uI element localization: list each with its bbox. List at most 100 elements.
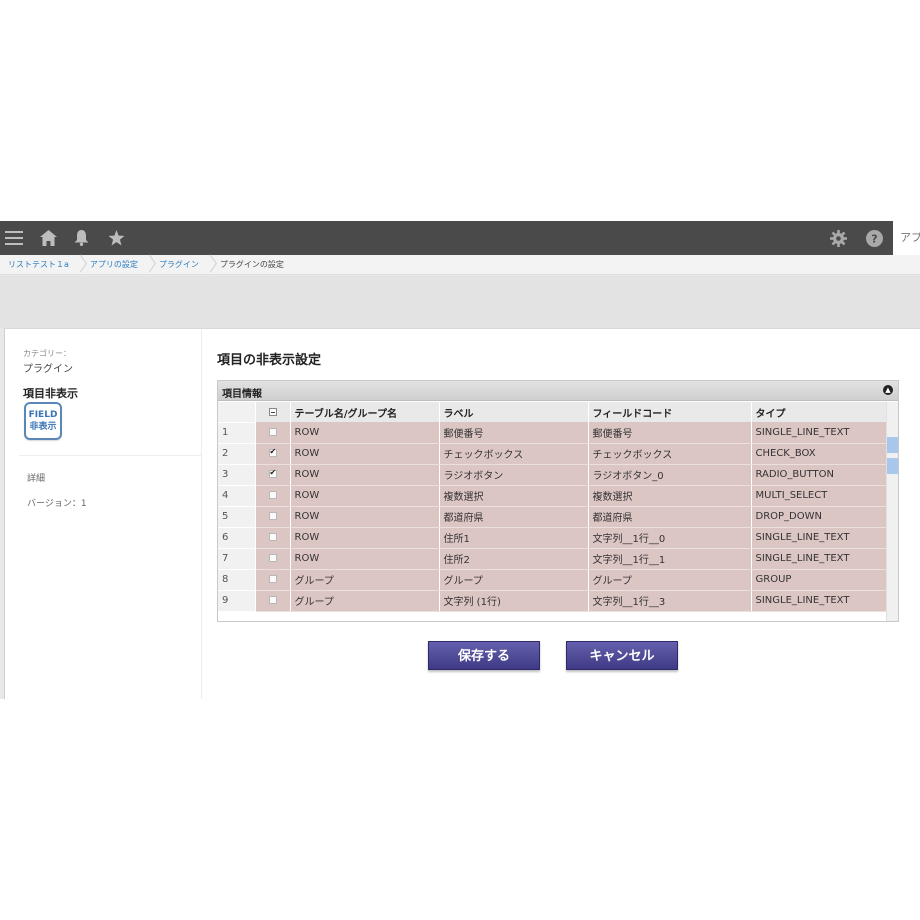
breadcrumb-app-settings[interactable]: アプリの設定	[82, 259, 144, 270]
plugin-icon: FIELD 非表示	[24, 402, 62, 440]
cell-field-code: 複数選択	[588, 485, 752, 507]
cell-type: SINGLE_LINE_TEXT	[751, 548, 887, 570]
column-header-table[interactable]: テーブル名/グループ名	[290, 402, 440, 422]
row-hide-checkbox[interactable]	[268, 491, 277, 499]
row-hide-checkbox[interactable]	[268, 468, 277, 478]
cell-label: 複数選択	[439, 485, 589, 507]
cell-field-code: グループ	[588, 569, 752, 591]
row-hide-checkbox[interactable]	[268, 447, 277, 457]
selection-marker	[887, 458, 898, 474]
version-text: バージョン：1	[27, 499, 87, 509]
collapse-icon[interactable]: ▲	[883, 385, 893, 395]
row-checkbox-cell	[255, 443, 291, 465]
breadcrumb-separator	[205, 255, 212, 275]
cell-label: 都道府県	[439, 506, 589, 528]
home-icon[interactable]	[35, 221, 61, 255]
table-row[interactable]: 5 ROW 都道府県 都道府県 DROP_DOWN	[218, 506, 887, 528]
gear-icon[interactable]	[825, 221, 851, 255]
app-label[interactable]: アプリ	[893, 221, 920, 255]
cell-label: グループ	[439, 569, 589, 591]
app-frame: ? アプリ リストテスト１a アプリの設定 プラグイン プラグインの設定 カテゴ…	[0, 221, 920, 699]
row-checkbox-cell	[255, 569, 291, 591]
table-row[interactable]: 1 ROW 郵便番号 郵便番号 SINGLE_LINE_TEXT	[218, 422, 887, 444]
bell-icon[interactable]	[68, 221, 94, 255]
top-bar: ? アプリ	[0, 221, 920, 255]
cell-label: ラジオボタン	[439, 464, 589, 486]
row-number: 6	[218, 527, 256, 549]
cell-field-code: チェックボックス	[588, 443, 752, 465]
cell-type: SINGLE_LINE_TEXT	[751, 422, 887, 444]
cell-table-name: ROW	[290, 422, 440, 444]
cell-table-name: ROW	[290, 464, 440, 486]
cell-label: 住所2	[439, 548, 589, 570]
cell-type: SINGLE_LINE_TEXT	[751, 527, 887, 549]
table-header-row: テーブル名/グループ名 ラベル フィールドコード タイプ	[218, 402, 887, 423]
table-row[interactable]: 9 グループ 文字列 (1行) 文字列__1行__3 SINGLE_LINE_TEXT	[218, 590, 887, 612]
column-header-code[interactable]: フィールドコード	[588, 402, 752, 422]
row-checkbox-cell	[255, 485, 291, 507]
cell-type: DROP_DOWN	[751, 506, 887, 528]
row-hide-checkbox[interactable]	[268, 533, 277, 541]
table-row[interactable]: 8 グループ グループ グループ GROUP	[218, 569, 887, 591]
row-hide-checkbox[interactable]	[268, 596, 277, 604]
row-number: 4	[218, 485, 256, 507]
menu-icon[interactable]	[1, 221, 27, 255]
row-hide-checkbox[interactable]	[268, 554, 277, 562]
cell-label: チェックボックス	[439, 443, 589, 465]
help-icon[interactable]: ?	[861, 221, 887, 255]
row-number: 3	[218, 464, 256, 486]
cell-table-name: ROW	[290, 548, 440, 570]
row-hide-checkbox[interactable]	[268, 512, 277, 520]
cell-label: 文字列 (1行)	[439, 590, 589, 612]
column-header-type[interactable]: タイプ	[751, 402, 887, 422]
field-table: テーブル名/グループ名 ラベル フィールドコード タイプ 1 ROW 郵便番号 郵便番…	[218, 402, 887, 612]
panel-header: 項目情報 ▲	[218, 381, 898, 401]
page-title: 項目の非表示設定	[217, 353, 322, 368]
breadcrumb: リストテスト１a アプリの設定 プラグイン プラグインの設定	[0, 255, 920, 275]
table-row[interactable]: 2ROWチェックボックスチェックボックスCHECK_BOX	[218, 443, 887, 465]
row-number: 8	[218, 569, 256, 591]
category-value: プラグイン	[23, 364, 73, 375]
breadcrumb-separator	[75, 255, 82, 275]
row-number: 1	[218, 422, 256, 444]
column-header-label[interactable]: ラベル	[439, 402, 589, 422]
plugin-name: 項目非表示	[23, 387, 78, 400]
table-scrollbar[interactable]	[886, 402, 898, 621]
category-label: カテゴリー：	[23, 349, 71, 358]
table-row[interactable]: 4 ROW 複数選択 複数選択 MULTI_SELECT	[218, 485, 887, 507]
breadcrumb-app[interactable]: リストテスト１a	[0, 259, 75, 270]
cell-table-name: グループ	[290, 590, 440, 612]
table-row[interactable]: 7 ROW 住所2 文字列__1行__1 SINGLE_LINE_TEXT	[218, 548, 887, 570]
cell-table-name: ROW	[290, 485, 440, 507]
cancel-button[interactable]: キャンセル	[566, 641, 678, 670]
cell-table-name: ROW	[290, 506, 440, 528]
row-hide-checkbox[interactable]	[268, 575, 277, 583]
select-all-checkbox[interactable]	[268, 407, 277, 416]
breadcrumb-separator	[144, 255, 151, 275]
cell-field-code: 都道府県	[588, 506, 752, 528]
table-row[interactable]: 6 ROW 住所1 文字列__1行__0 SINGLE_LINE_TEXT	[218, 527, 887, 549]
cell-type: RADIO_BUTTON	[751, 464, 887, 486]
content-card: カテゴリー： プラグイン 項目非表示 FIELD 非表示 詳細 バージョン：1 …	[4, 328, 920, 699]
row-number-header	[218, 402, 256, 423]
save-button[interactable]: 保存する	[428, 641, 540, 670]
breadcrumb-plugins[interactable]: プラグイン	[151, 259, 205, 270]
row-checkbox-cell	[255, 590, 291, 612]
cell-label: 郵便番号	[439, 422, 589, 444]
svg-text:?: ?	[871, 232, 877, 245]
row-checkbox-cell	[255, 506, 291, 528]
plugin-icon-line1: FIELD	[28, 410, 58, 420]
table-row[interactable]: 3 ROWラジオボタンラジオボタン_0RADIO_BUTTON	[218, 464, 887, 486]
cell-table-name: グループ	[290, 569, 440, 591]
cell-field-code: ラジオボタン_0	[588, 464, 752, 486]
detail-link[interactable]: 詳細	[27, 471, 45, 484]
row-checkbox-cell	[255, 422, 291, 444]
field-info-panel: 項目情報 ▲ テーブル名/グループ名 ラベル フィールドコード タイプ 1 RO…	[217, 380, 899, 622]
cell-field-code: 文字列__1行__3	[588, 590, 752, 612]
cell-field-code: 文字列__1行__1	[588, 548, 752, 570]
cell-field-code: 郵便番号	[588, 422, 752, 444]
row-checkbox-cell	[255, 527, 291, 549]
row-number: 7	[218, 548, 256, 570]
star-icon[interactable]	[103, 221, 129, 255]
row-hide-checkbox[interactable]	[268, 427, 277, 436]
